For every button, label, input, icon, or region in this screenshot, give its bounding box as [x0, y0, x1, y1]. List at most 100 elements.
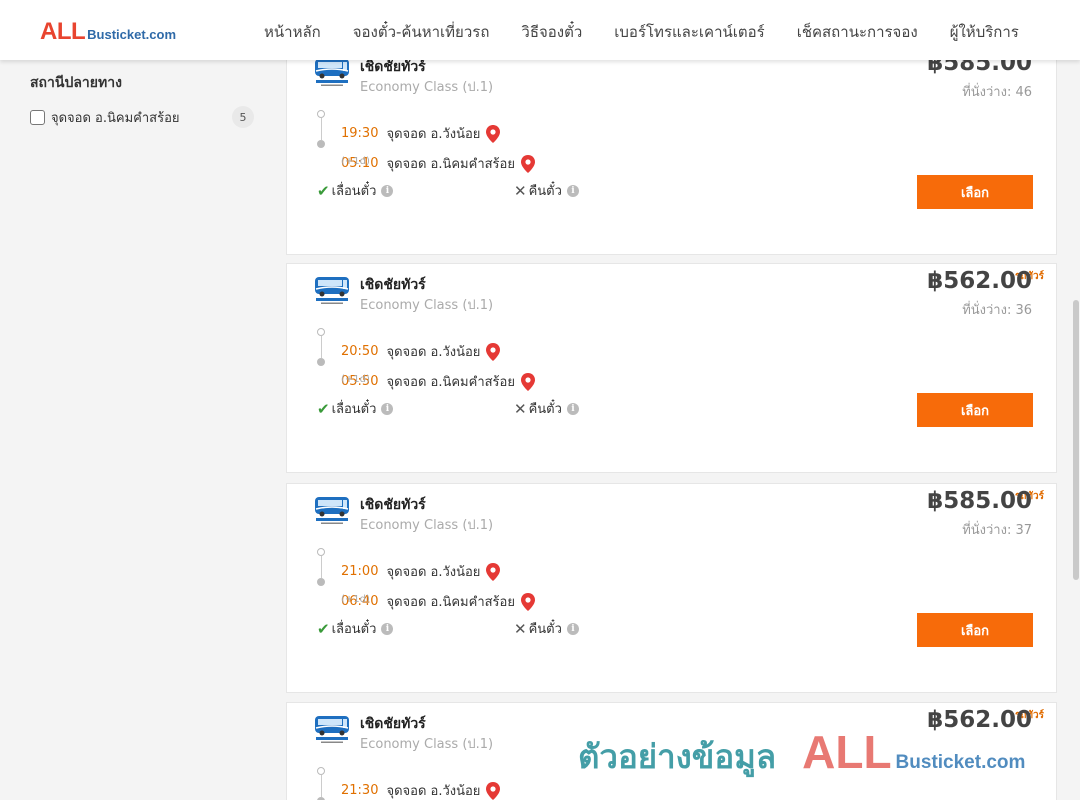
refund-ticket-label: คืนตั๋ว: [528, 622, 562, 637]
departure-dot: [317, 767, 325, 775]
map-pin-icon[interactable]: [486, 562, 501, 581]
nav-how-to-book[interactable]: วิธีจองตั๋ว: [521, 20, 582, 44]
map-pin-icon[interactable]: [486, 342, 501, 361]
route-line: [320, 118, 322, 140]
operator-name: เชิดชัยทัวร์: [360, 716, 426, 732]
page-scrollbar[interactable]: [1072, 0, 1080, 800]
route-timeline: [317, 110, 325, 148]
trip-card: รถทัวร์ เชิดชัยทัวร์ Economy Class (ป.1) ฿5…: [286, 263, 1057, 473]
nav-book-search[interactable]: จองตั๋ว-ค้นหาเที่ยวรถ: [353, 20, 490, 44]
info-icon[interactable]: i: [381, 402, 394, 415]
seat-class: Economy Class (ป.1): [360, 518, 494, 533]
check-icon: ✔: [317, 619, 330, 638]
arrival-place: จุดจอด อ.นิคมคำสร้อย: [386, 595, 515, 610]
next-day-indicator: (+1d): [341, 374, 370, 385]
route-line: [320, 556, 322, 578]
filter-option-label: จุดจอด อ.นิคมคำสร้อย: [51, 110, 180, 126]
departure-dot: [317, 110, 325, 118]
check-icon: ✔: [317, 399, 330, 418]
nav-home[interactable]: หน้าหลัก: [264, 20, 321, 44]
operator-logo-icon: [313, 494, 351, 526]
trip-card: เชิดชัยทัวร์ Economy Class (ป.1) ฿585.00 ที…: [286, 45, 1057, 255]
departure-place: จุดจอด อ.วังน้อย: [386, 345, 481, 360]
select-trip-button[interactable]: เลือก: [917, 613, 1033, 647]
ticket-price: ฿585.00: [927, 488, 1032, 514]
departure-stop: 20:50 จุดจอด อ.วังน้อย: [341, 341, 501, 362]
map-pin-icon[interactable]: [486, 124, 501, 143]
logo-site-text: Busticket.com: [87, 27, 177, 42]
change-ticket-label: เลื่อนตั๋ว: [331, 402, 377, 417]
route-line: [320, 775, 322, 797]
departure-dot: [317, 328, 325, 336]
info-icon[interactable]: i: [566, 402, 579, 415]
next-day-indicator: (+1d): [341, 594, 370, 605]
departure-stop: 19:30 จุดจอด อ.วังน้อย: [341, 123, 501, 144]
arrival-dot: [317, 358, 325, 366]
refund-ticket-policy: ✕ คืนตั๋ว i: [514, 398, 579, 419]
info-icon[interactable]: i: [566, 184, 579, 197]
departure-place: จุดจอด อ.วังน้อย: [386, 127, 481, 142]
destination-filter-title: สถานีปลายทาง: [30, 75, 122, 91]
map-pin-icon[interactable]: [520, 592, 535, 611]
select-trip-button[interactable]: เลือก: [917, 393, 1033, 427]
top-header: ALL Busticket.com หน้าหลัก จองตั๋ว-ค้นหา…: [0, 0, 1080, 60]
site-logo[interactable]: ALL Busticket.com: [40, 18, 176, 46]
change-ticket-policy: ✔ เลื่อนตั๋ว i: [317, 180, 394, 201]
map-pin-icon[interactable]: [520, 372, 535, 391]
route-timeline: [317, 767, 325, 800]
refund-ticket-label: คืนตั๋ว: [528, 184, 562, 199]
arrival-dot: [317, 140, 325, 148]
seat-class: Economy Class (ป.1): [360, 298, 494, 313]
arrival-place: จุดจอด อ.นิคมคำสร้อย: [386, 157, 515, 172]
route-timeline: [317, 548, 325, 586]
ticket-price: ฿562.00: [927, 268, 1032, 294]
operator-logo-icon: [313, 56, 351, 88]
info-icon[interactable]: i: [381, 622, 394, 635]
info-icon[interactable]: i: [566, 622, 579, 635]
departure-time: 19:30: [341, 126, 379, 141]
operator-logo-icon: [313, 713, 351, 745]
change-ticket-label: เลื่อนตั๋ว: [331, 622, 377, 637]
refund-ticket-policy: ✕ คืนตั๋ว i: [514, 180, 579, 201]
main-nav: หน้าหลัก จองตั๋ว-ค้นหาเที่ยวรถ วิธีจองตั…: [248, 20, 1035, 44]
map-pin-icon[interactable]: [520, 154, 535, 173]
logo-all-text: ALL: [40, 18, 86, 45]
route-line: [320, 336, 322, 358]
change-ticket-policy: ✔ เลื่อนตั๋ว i: [317, 618, 394, 639]
departure-stop: 21:30 จุดจอด อ.วังน้อย: [341, 780, 501, 800]
scroll-thumb[interactable]: [1073, 300, 1079, 580]
departure-place: จุดจอด อ.วังน้อย: [386, 565, 481, 580]
check-icon: ✔: [317, 181, 330, 200]
route-timeline: [317, 328, 325, 366]
filter-sidebar: สถานีปลายทาง จุดจอด อ.นิคมคำสร้อย 5: [30, 72, 260, 130]
filter-checkbox[interactable]: [30, 109, 45, 125]
destination-filter-option[interactable]: จุดจอด อ.นิคมคำสร้อย 5: [30, 104, 260, 130]
trip-card: รถทัวร์ เชิดชัยทัวร์ Economy Class (ป.1) ฿5…: [286, 483, 1057, 693]
trip-card: รถทัวร์ เชิดชัยทัวร์ Economy Class (ป.1) ฿5…: [286, 702, 1057, 800]
refund-ticket-policy: ✕ คืนตั๋ว i: [514, 618, 579, 639]
nav-contact-counters[interactable]: เบอร์โทรและเคาน์เตอร์: [614, 20, 764, 44]
departure-stop: 21:00 จุดจอด อ.วังน้อย: [341, 561, 501, 582]
ticket-price: ฿562.00: [927, 707, 1032, 733]
arrival-place: จุดจอด อ.นิคมคำสร้อย: [386, 375, 515, 390]
nav-operators[interactable]: ผู้ให้บริการ: [950, 20, 1019, 44]
select-trip-button[interactable]: เลือก: [917, 175, 1033, 209]
seat-class: Economy Class (ป.1): [360, 80, 494, 95]
arrival-stop: 06:40 จุดจอด อ.นิคมคำสร้อย: [341, 591, 535, 612]
change-ticket-policy: ✔ เลื่อนตั๋ว i: [317, 398, 394, 419]
operator-name: เชิดชัยทัวร์: [360, 497, 426, 513]
operator-logo-icon: [313, 274, 351, 306]
info-icon[interactable]: i: [381, 184, 394, 197]
nav-check-booking[interactable]: เช็คสถานะการจอง: [797, 20, 918, 44]
filter-option-count: 5: [232, 106, 254, 128]
departure-time: 21:30: [341, 783, 379, 798]
departure-dot: [317, 548, 325, 556]
map-pin-icon[interactable]: [486, 781, 501, 800]
cross-icon: ✕: [514, 181, 527, 200]
seats-available: ที่นั่งว่าง: 36: [962, 303, 1032, 318]
departure-time: 21:00: [341, 564, 379, 579]
change-ticket-label: เลื่อนตั๋ว: [331, 184, 377, 199]
next-day-indicator: (+1d): [341, 156, 370, 167]
seats-available: ที่นั่งว่าง: 46: [962, 85, 1032, 100]
arrival-dot: [317, 578, 325, 586]
